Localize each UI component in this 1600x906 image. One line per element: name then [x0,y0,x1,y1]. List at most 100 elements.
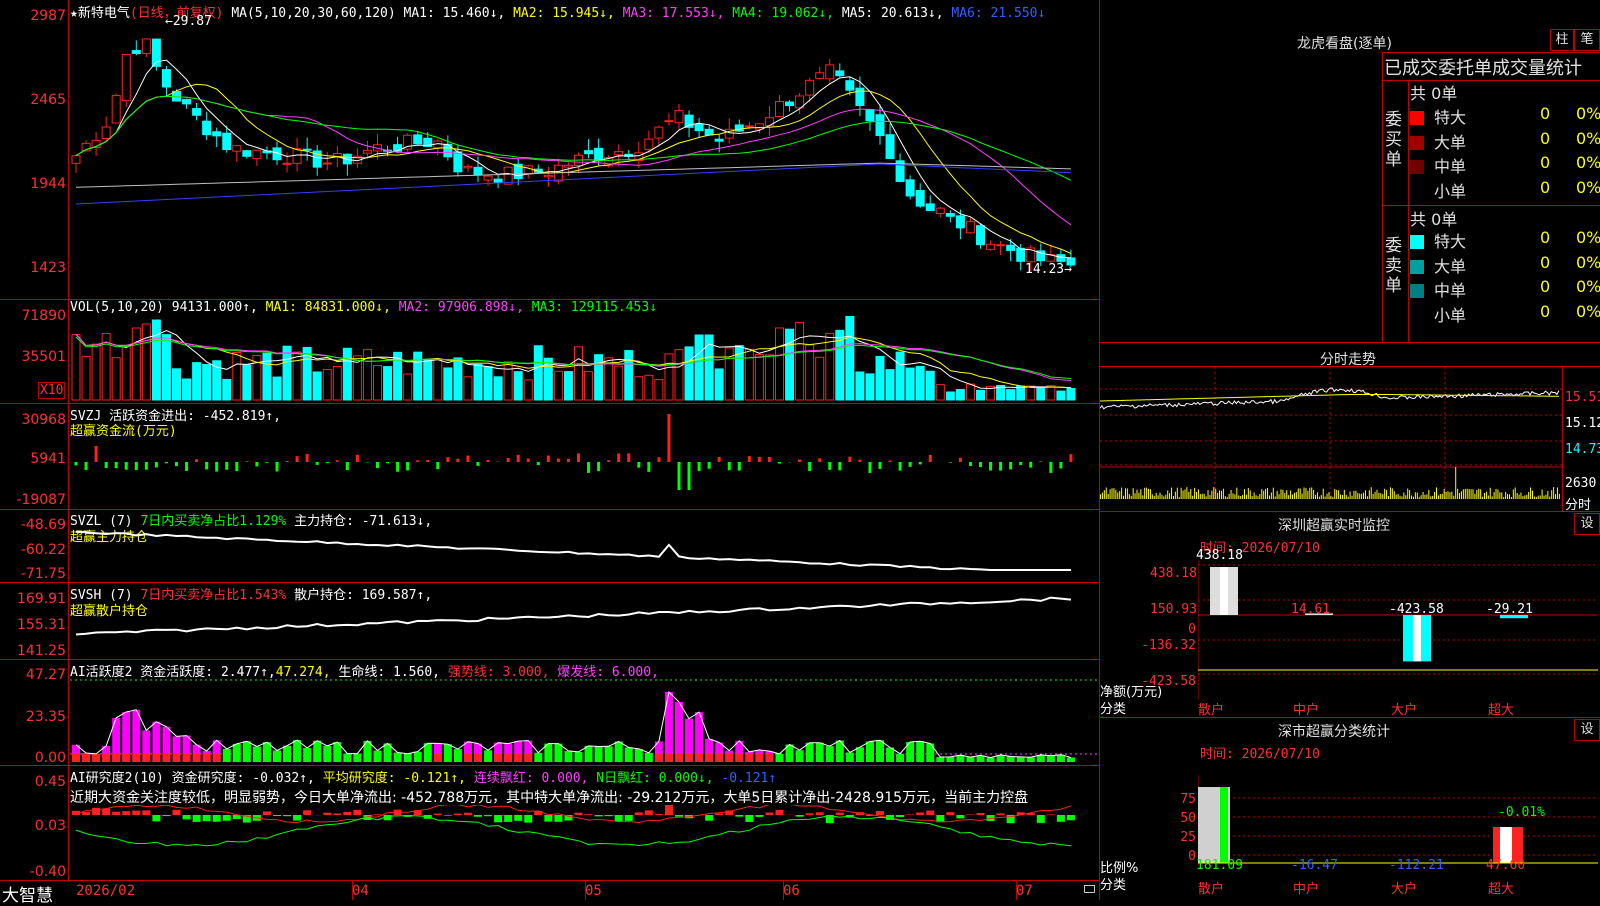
flow-bar [748,456,751,462]
volume-bar [323,369,331,400]
flow-bar [657,457,660,462]
research-bar [1067,815,1075,820]
intraday-vol-bar [1171,488,1172,499]
svzl-chart[interactable] [70,510,1098,581]
intraday-vol-bar [1528,492,1529,499]
intraday-vol-bar [1449,492,1450,499]
pen-mode-button[interactable]: 笔 [1574,29,1600,51]
intraday-vol-bar [1424,495,1425,499]
activity-base [92,754,100,762]
aihyd-chart[interactable] [70,676,1098,764]
flow-bar [1029,462,1032,468]
intraday-vol-bar [1334,489,1335,499]
candle-body [303,149,311,150]
activity-base [735,754,743,762]
svsh-chart[interactable] [70,584,1098,658]
flow-bar [105,462,108,468]
intraday-vol-bar [1257,496,1258,499]
sz-monitor-settings-button[interactable]: 设 [1574,513,1600,535]
sz-class-time: 时间: 2026/07/10 [1200,743,1320,762]
activity-bar [625,747,633,762]
intraday-vol-bar [1511,497,1512,499]
flow-bar [828,462,831,470]
volume-bar [896,352,904,400]
flow-bar [758,457,761,462]
lock-icon[interactable] [1084,885,1095,893]
volume-bar [695,335,703,400]
intraday-vol-bar [1532,491,1533,499]
bar-mode-button[interactable]: 柱 [1550,29,1574,51]
aiyjd-chart[interactable] [70,805,1098,879]
flow-bar [466,456,469,462]
activity-base [142,754,150,762]
intraday-vol-bar [1317,492,1318,499]
x-label: 05 [585,883,602,899]
svzj-chart[interactable] [70,404,1098,508]
stock-name[interactable]: ★新特电气 [70,6,130,21]
flow-bar [356,455,359,462]
activity-base [122,754,130,762]
volume-bar [173,369,181,400]
flow-bar [848,457,851,462]
flow-bar [637,462,640,468]
intraday-vol-bar [1451,492,1452,499]
aiyjd-ytick: -0.40 [0,864,66,880]
flow-bar [607,460,610,462]
flow-bar [416,460,419,462]
intraday-vol-bar [1150,489,1151,499]
sz-class-title: 深市超赢分类统计 [1278,721,1390,741]
sz-class-settings-button[interactable]: 设 [1574,719,1600,741]
activity-bar [454,749,462,762]
flow-bar [396,462,399,472]
candle-body [142,39,150,54]
research-bar [715,813,723,815]
flow-bar [135,462,138,470]
sz-monitor-chart[interactable] [1198,560,1598,700]
intraday-vol-bar [1167,490,1168,499]
candlestick-chart[interactable] [70,20,1098,298]
intraday-chart[interactable] [1100,367,1562,511]
chart-area[interactable]: ★新特电气(日线，前复权) MA(5,10,20,30,60,120) MA1:… [0,0,1100,882]
intraday-vol-bar [1340,495,1341,499]
color-square-icon [1410,160,1424,174]
intraday-vol-bar [1440,494,1441,499]
intraday-vol-bar [1413,497,1414,499]
flow-bar [879,462,882,469]
intraday-vol-bar [1186,487,1187,499]
volume-bar [1037,387,1045,400]
flow-bar [597,462,600,471]
volume-bar [203,364,211,400]
activity-base [655,754,663,762]
intraday-vol-bar [1355,491,1356,499]
flow-bar [165,462,168,463]
volume-bar [886,370,894,400]
volume-bar [936,385,944,400]
intraday-vol-bar [1409,490,1410,499]
buy-row: 大单00% [1410,129,1600,153]
intraday-vol-bar [1315,495,1316,499]
sz-class-chart[interactable] [1198,775,1598,865]
intraday-vol-bar [1446,492,1447,499]
svsh-ytick: 169.91 [0,591,66,607]
volume-bar [343,348,351,400]
flow-bar [245,461,248,462]
flow-bar [798,459,801,462]
intraday-vol-bar [1282,490,1283,499]
aiyjd-comment: 近期大资金关注度较低，明显弱势，今日大单净流出: -452.788万元，其中特大… [70,787,1098,807]
research-bar [444,815,452,816]
volume-bar [595,355,603,400]
flow-bar [487,460,490,462]
volume-chart[interactable] [70,316,1098,402]
flow-bar [456,459,459,462]
candle-body [665,121,673,122]
intraday-vol-bar [1144,488,1145,499]
main-ytick: 2465 [0,92,66,108]
activity-bar [404,754,412,762]
research-bar [283,815,291,816]
intraday-vol-bar [1160,493,1161,499]
volume-bar [464,377,472,400]
row-name: 特大 [1434,232,1466,251]
research-bar [896,815,904,817]
intraday-vol-bar [1557,488,1558,499]
activity-bar [585,746,593,762]
